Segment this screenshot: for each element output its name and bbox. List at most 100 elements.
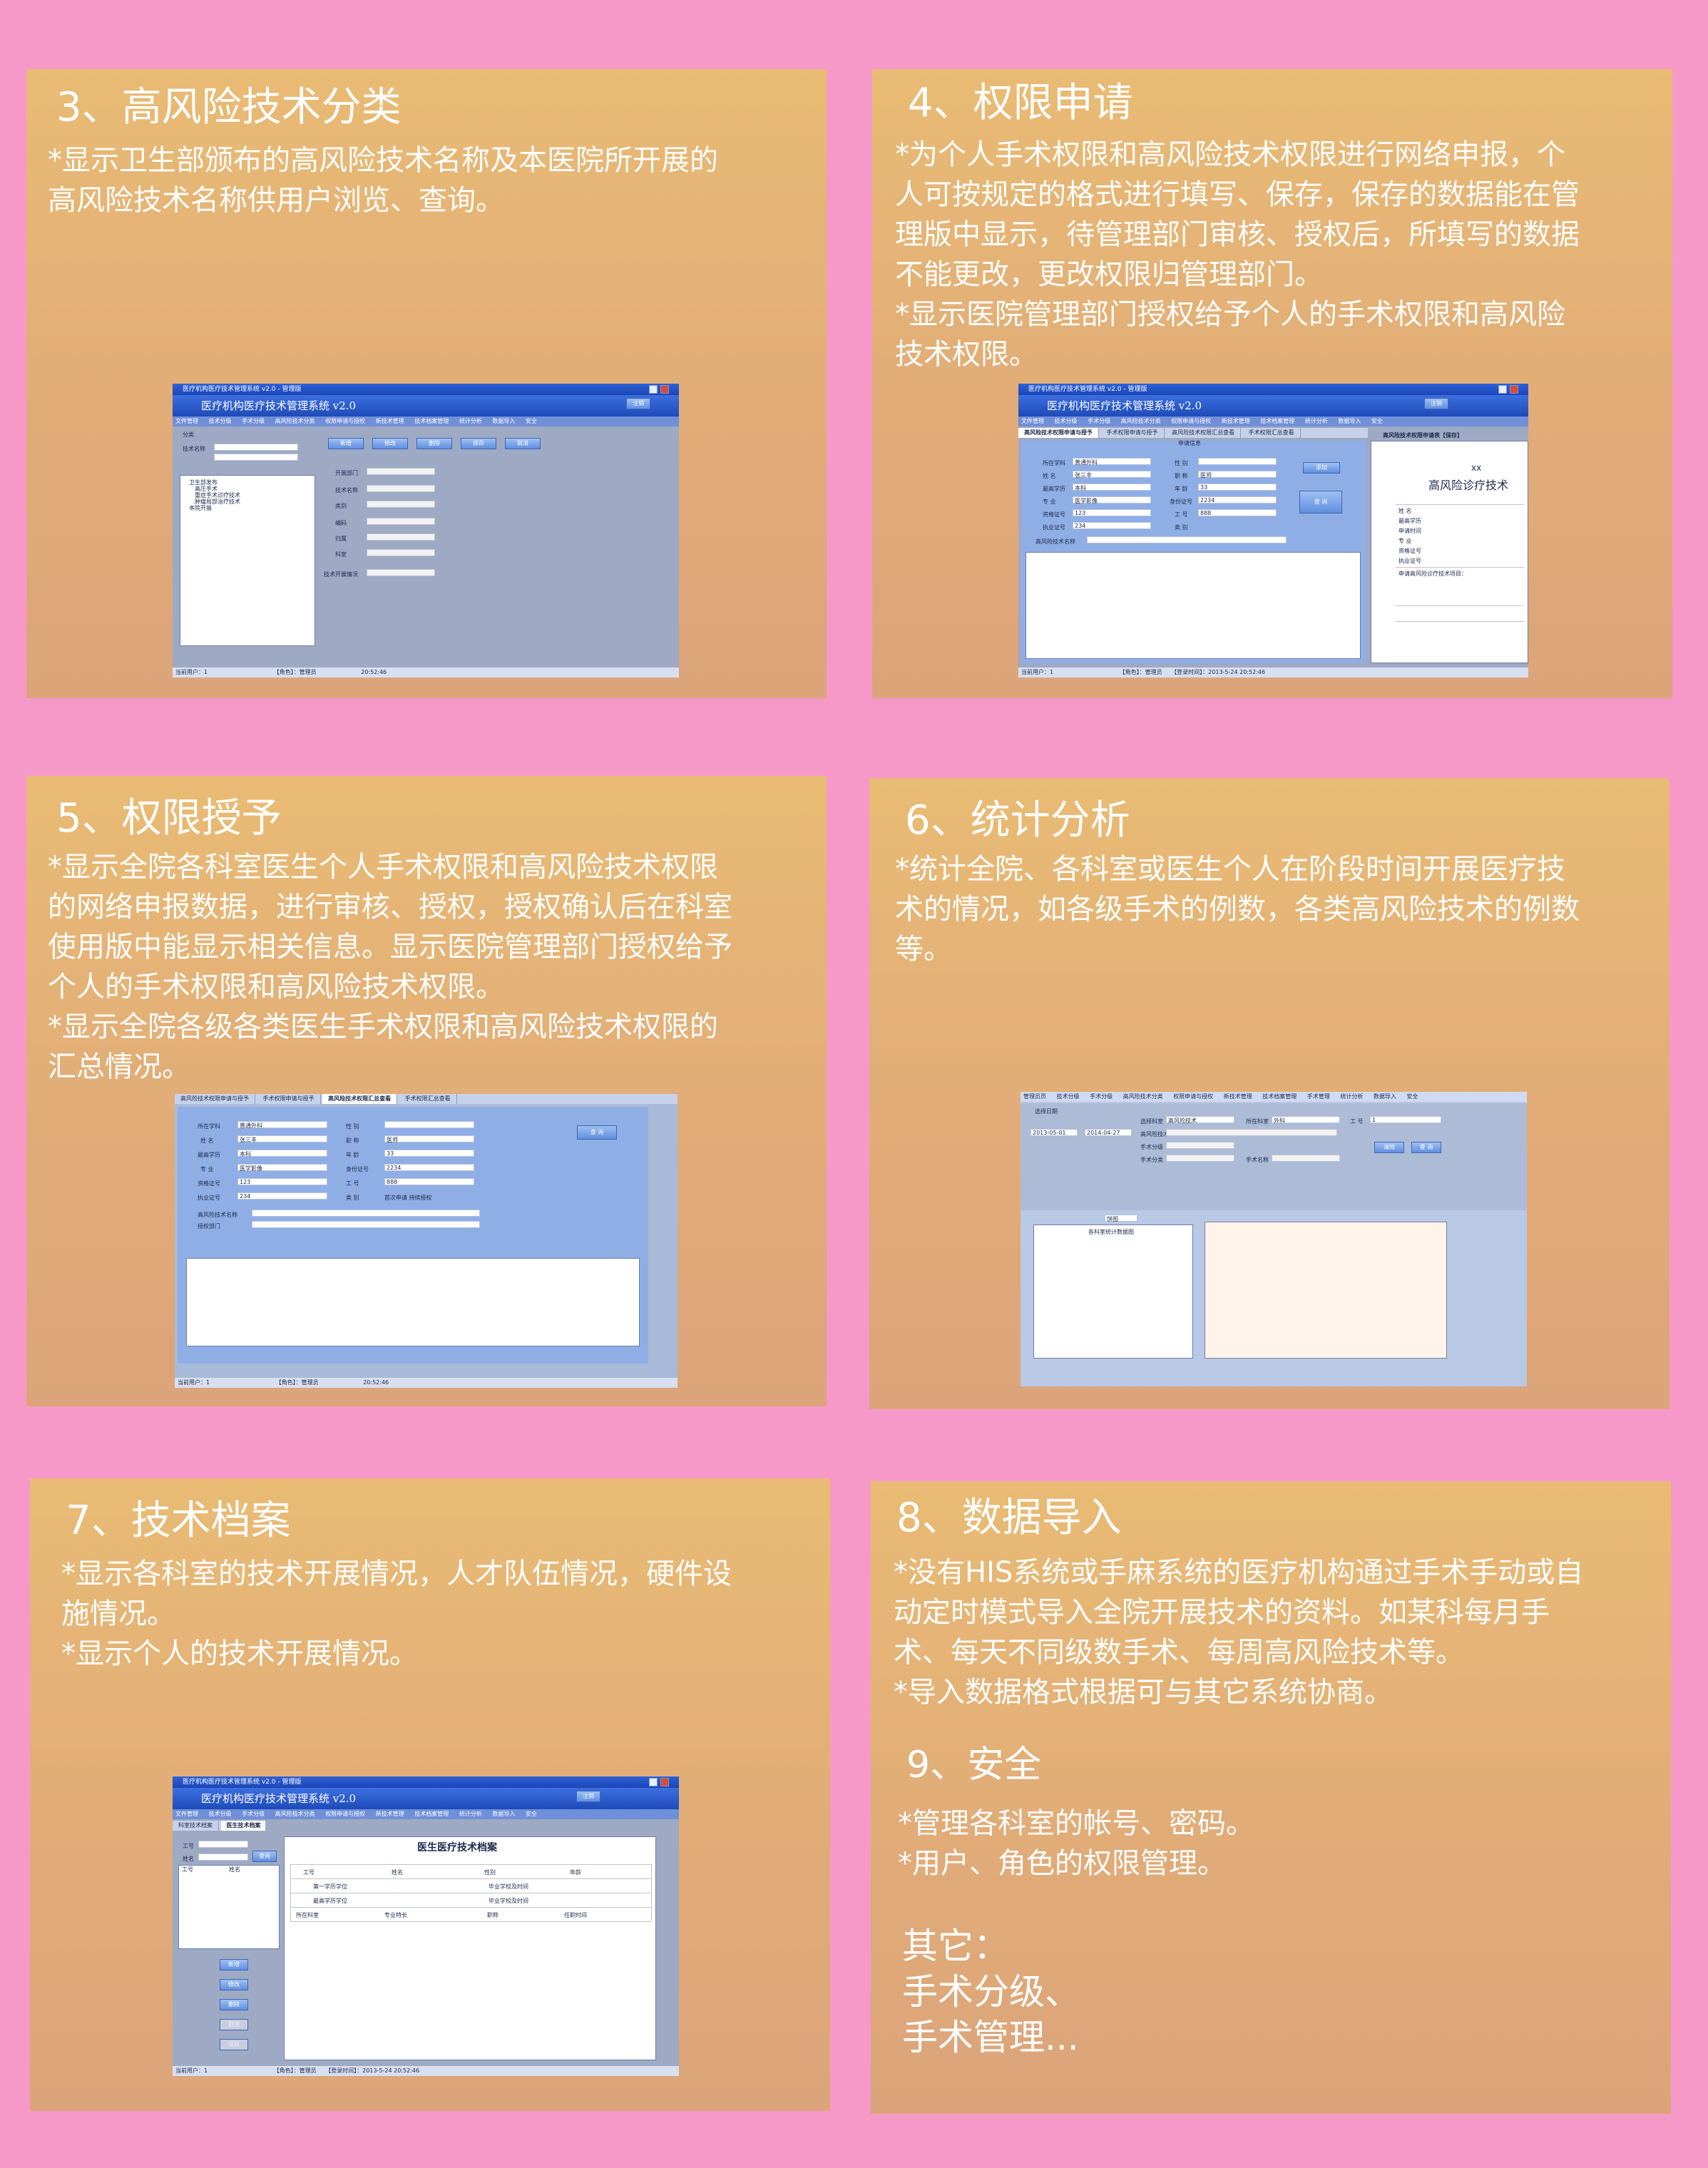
category-field[interactable] xyxy=(367,501,435,508)
date-from-picker[interactable]: 2013-05-01 xyxy=(1031,1129,1078,1136)
menu-item[interactable]: 权限申请与授权 xyxy=(325,418,365,424)
menu-item[interactable]: 技术分级 xyxy=(1057,1093,1080,1100)
menu-item[interactable]: 管理员页 xyxy=(1023,1093,1046,1100)
menu-item[interactable]: 新技术管理 xyxy=(376,418,404,424)
belong-field[interactable] xyxy=(367,533,435,541)
qualification-field[interactable]: 123 xyxy=(237,1178,327,1185)
menu-item[interactable]: 技术档案管理 xyxy=(414,418,449,424)
menu-item[interactable]: 数据导入 xyxy=(492,1811,515,1817)
dept-field[interactable]: 普通外科 xyxy=(1073,458,1151,466)
menu-item[interactable]: 高风险技术分类 xyxy=(1121,418,1161,424)
cancel-button[interactable]: 取消 xyxy=(220,2019,248,2030)
tab-risk-summary[interactable]: 高风险技术权限汇总查看 xyxy=(1166,428,1242,438)
query-button[interactable]: 查 询 xyxy=(577,1125,617,1140)
title-field[interactable]: 医师 xyxy=(384,1135,474,1143)
menu-item[interactable]: 文件管理 xyxy=(175,1811,198,1817)
dept-field[interactable]: 普通外科 xyxy=(237,1121,327,1129)
menu-item[interactable]: 安全 xyxy=(526,418,537,424)
tech-status-field[interactable] xyxy=(367,569,435,576)
dept-select[interactable] xyxy=(367,468,435,475)
tab-risk-apply[interactable]: 高风险技术权限申请与授予 xyxy=(1018,428,1099,438)
education-select[interactable]: 本科 xyxy=(1073,484,1151,491)
id-field[interactable]: 2234 xyxy=(1198,496,1277,503)
surgery-class-select[interactable] xyxy=(1166,1155,1234,1162)
menu-item[interactable]: 安全 xyxy=(1371,418,1383,424)
clear-button[interactable]: 清除 xyxy=(1374,1142,1404,1153)
staff-id-input[interactable] xyxy=(198,1841,248,1848)
add-button[interactable]: 添加 xyxy=(1303,462,1340,474)
risk-tech-select[interactable] xyxy=(1166,1129,1337,1136)
license-field[interactable]: 234 xyxy=(1073,522,1151,529)
delete-button[interactable]: 删除 xyxy=(220,1999,248,2010)
add-button[interactable]: 新增 xyxy=(328,438,364,449)
menu-item[interactable]: 统计分析 xyxy=(1305,418,1328,424)
logout-button[interactable]: 注销 xyxy=(626,398,650,409)
search-input-2[interactable] xyxy=(214,454,298,461)
tab-surgery-apply[interactable]: 手术权限申请与授予 xyxy=(1101,428,1165,438)
menu-item[interactable]: 手术分级 xyxy=(1090,1093,1113,1100)
dept-field[interactable] xyxy=(367,549,435,556)
apply-type-options[interactable]: 首次申请 持续授权 xyxy=(384,1194,432,1202)
menu-item[interactable]: 文件管理 xyxy=(175,418,198,424)
tech-name-field[interactable] xyxy=(367,485,435,492)
menu-item[interactable]: 技术分级 xyxy=(209,418,232,424)
menu-item[interactable]: 新技术管理 xyxy=(1224,1093,1252,1100)
doctor-list[interactable]: 工号 姓名 xyxy=(178,1865,280,1949)
menu-item[interactable]: 手术分级 xyxy=(242,418,265,424)
menu-item[interactable]: 统计分析 xyxy=(459,418,482,424)
minimize-button[interactable] xyxy=(649,385,658,394)
result-list[interactable] xyxy=(1026,552,1361,659)
date-to-picker[interactable]: 2014-04-27 xyxy=(1085,1129,1132,1136)
dept-select[interactable]: 外科 xyxy=(1272,1116,1340,1124)
minimize-button[interactable] xyxy=(1498,385,1507,394)
menu-item[interactable]: 高风险技术分类 xyxy=(275,1811,315,1817)
surgery-name-field[interactable] xyxy=(1272,1155,1340,1162)
risk-tech-select[interactable] xyxy=(1087,536,1287,543)
menu-item[interactable]: 高风险技术分类 xyxy=(1123,1093,1163,1100)
chart-type-select[interactable]: 饼图 xyxy=(1105,1215,1137,1222)
edit-button[interactable]: 修改 xyxy=(372,438,408,449)
edit-button[interactable]: 修改 xyxy=(220,1979,248,1990)
staff-id-field[interactable]: 888 xyxy=(384,1178,474,1185)
menu-item[interactable]: 统计分析 xyxy=(459,1811,482,1817)
grant-dept-select[interactable] xyxy=(252,1221,480,1228)
title-field[interactable]: 医师 xyxy=(1198,471,1277,479)
menu-item[interactable]: 技术档案管理 xyxy=(1260,418,1294,424)
save-button[interactable]: 保存 xyxy=(220,2039,248,2050)
tab-risk-summary[interactable]: 高风险技术权限汇总查看 xyxy=(322,1094,398,1104)
staff-id-field[interactable]: 1 xyxy=(1370,1116,1441,1123)
stats-list[interactable]: 各科室统计数据图 xyxy=(1033,1224,1193,1359)
menu-item[interactable]: 权限申请与授权 xyxy=(1171,418,1211,424)
menu-item[interactable]: 技术分级 xyxy=(209,1811,232,1817)
qualification-field[interactable]: 123 xyxy=(1073,509,1151,516)
menu-item[interactable]: 数据导入 xyxy=(492,418,515,424)
menu-item[interactable]: 权限申请与授权 xyxy=(1173,1093,1213,1100)
result-list[interactable] xyxy=(186,1258,640,1346)
menu-item[interactable]: 新技术管理 xyxy=(376,1811,404,1817)
major-field[interactable]: 医学影像 xyxy=(1073,496,1151,504)
surgery-level-select[interactable] xyxy=(1166,1142,1234,1149)
id-field[interactable]: 2234 xyxy=(384,1164,474,1171)
tab-risk-apply[interactable]: 高风险技术权限申请与授予 xyxy=(175,1094,255,1104)
menu-item[interactable]: 技术档案管理 xyxy=(1262,1093,1297,1100)
license-field[interactable]: 234 xyxy=(237,1192,327,1200)
menu-item[interactable]: 安全 xyxy=(526,1811,537,1817)
tab-dept-archive[interactable]: 科室技术档案 xyxy=(173,1821,219,1831)
tab-surgery-apply[interactable]: 手术权限申请与授予 xyxy=(257,1094,321,1104)
dept-scope-select[interactable]: 高风险技术 xyxy=(1166,1116,1234,1124)
age-field[interactable]: 33 xyxy=(384,1150,474,1157)
menu-item[interactable]: 手术管理 xyxy=(1307,1093,1330,1100)
menu-item[interactable]: 数据导入 xyxy=(1338,418,1361,424)
menu-item[interactable]: 手术分级 xyxy=(1088,418,1110,424)
menu-item[interactable]: 统计分析 xyxy=(1340,1093,1363,1100)
menu-item[interactable]: 数据导入 xyxy=(1374,1093,1396,1100)
close-button[interactable] xyxy=(660,1778,669,1786)
name-input[interactable] xyxy=(198,1853,248,1861)
menu-item[interactable]: 文件管理 xyxy=(1021,418,1044,424)
cancel-button[interactable]: 取消 xyxy=(505,438,541,449)
tree-node[interactable]: 本院开展 xyxy=(189,504,212,512)
risk-tech-select[interactable] xyxy=(252,1210,480,1217)
gender-select[interactable] xyxy=(1198,458,1277,465)
add-button[interactable]: 新增 xyxy=(220,1959,248,1970)
query-button[interactable]: 查 询 xyxy=(1411,1142,1441,1153)
